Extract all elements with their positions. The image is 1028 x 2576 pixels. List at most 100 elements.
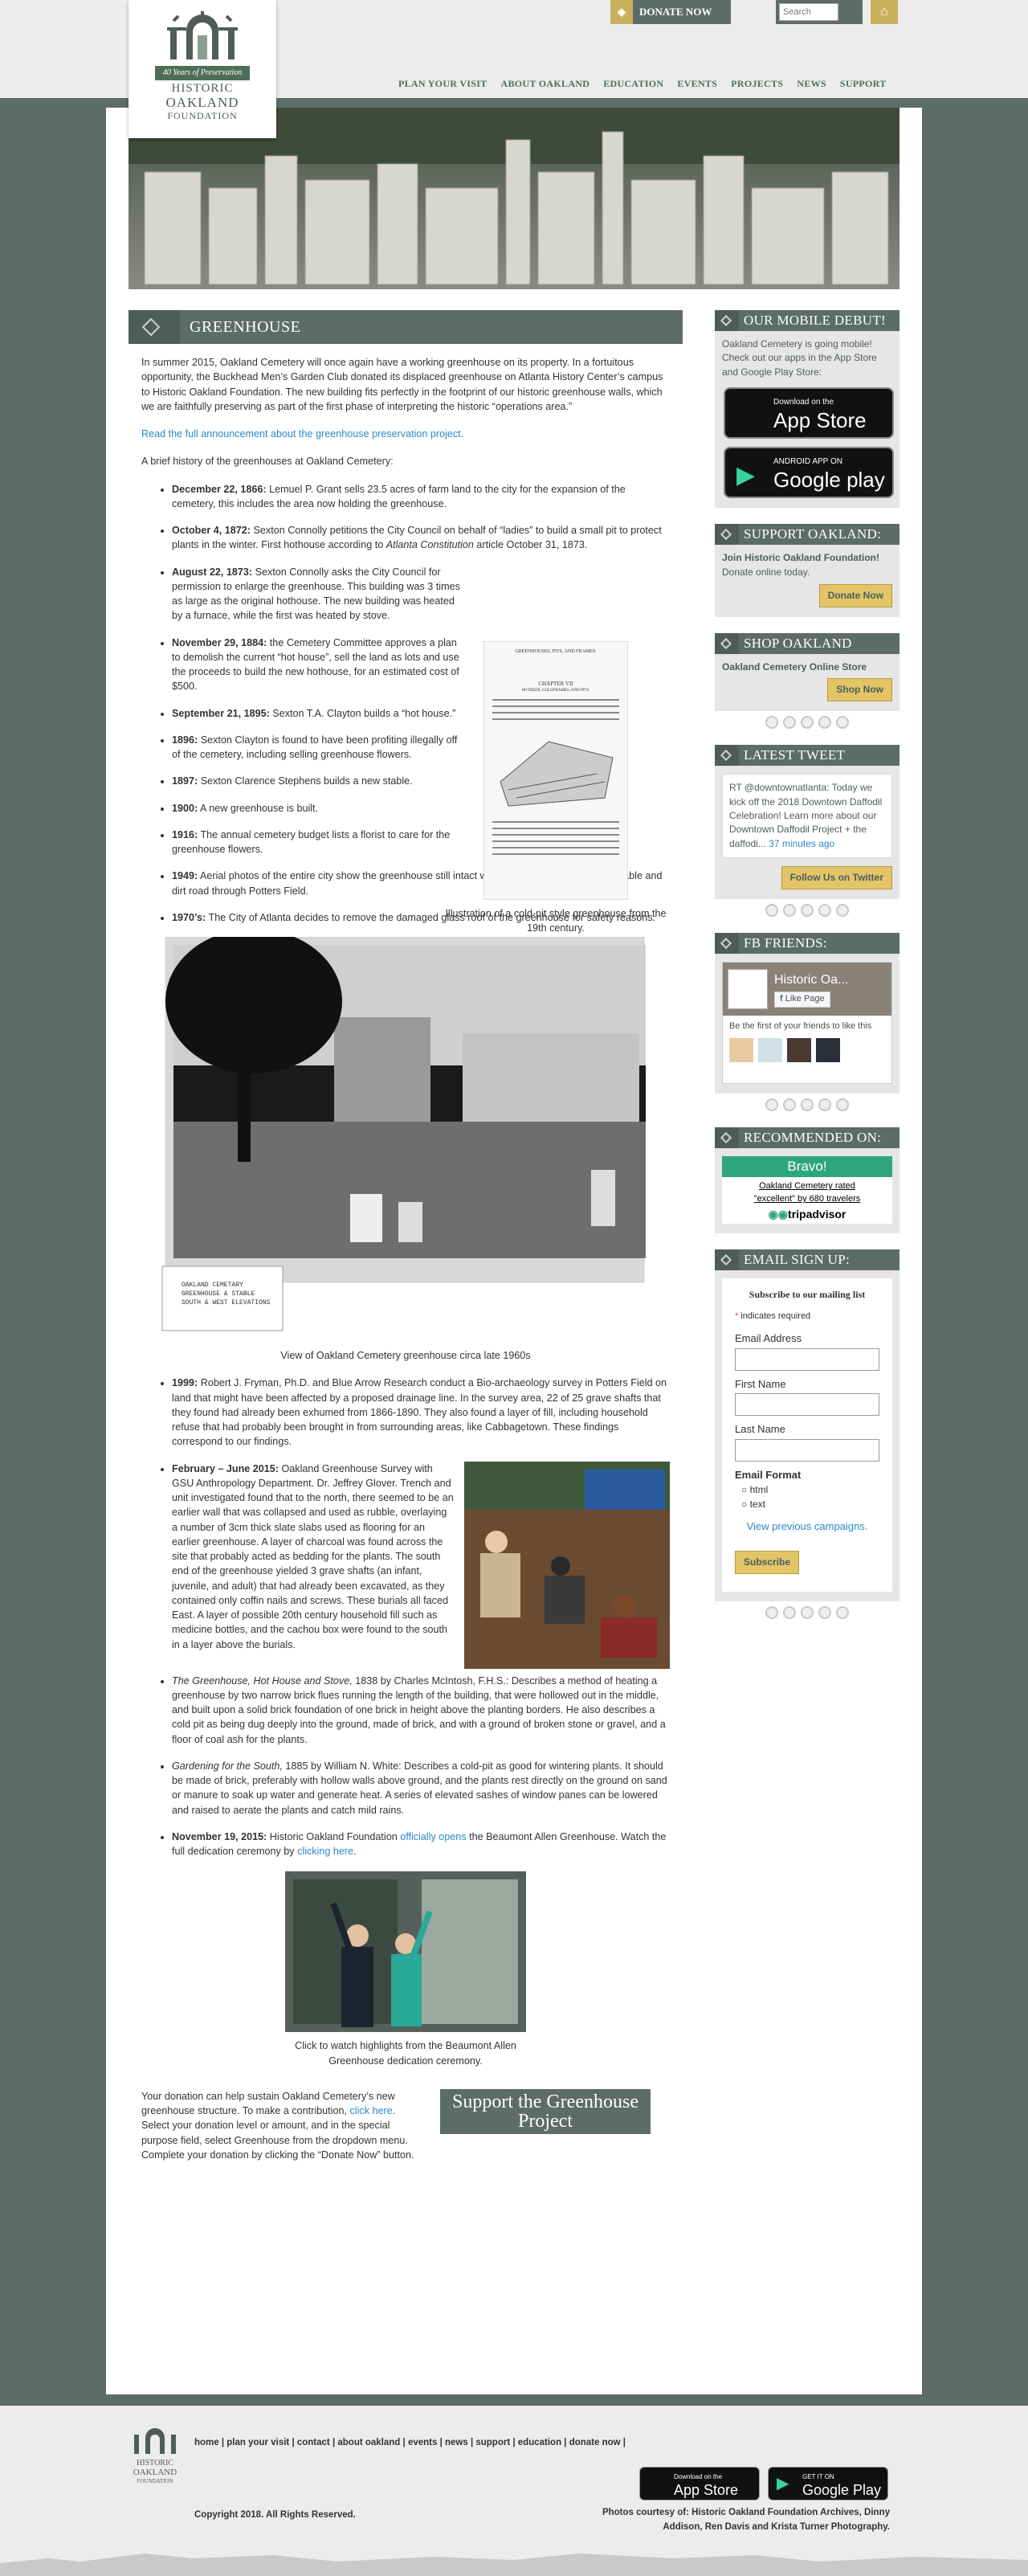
list-item: 1896: Sexton Clayton is found to have be… [172,733,461,763]
list-item: February – June 2015: Oakland Greenhouse… [172,1461,670,1669]
fb-like-button[interactable]: f Like Page [774,992,830,1008]
fig1-caption: Illustration of a cold-pit style greenho… [445,908,667,934]
last-name-field[interactable] [735,1439,879,1462]
text-radio[interactable]: ○ [741,1499,747,1510]
footer-link-support[interactable]: support [475,2438,510,2447]
list-item: August 22, 1873: Sexton Connolly asks th… [172,565,461,624]
support-greenhouse-button[interactable]: Support the Greenhouse Project [440,2088,651,2134]
play-icon: ▶ [777,2475,789,2492]
intro-paragraph: In summer 2015, Oakland Cemetery will on… [141,357,663,412]
list-item: 1999: Robert J. Fryman, Ph.D. and Blue A… [172,1376,670,1449]
photo-label: OAKLAND CEMETARY GREENHOUSE & STABLE SOU… [182,1282,271,1306]
email-form: Subscribe to our mailing list * indicate… [722,1278,892,1593]
brief-heading: A brief history of the greenhouses at Oa… [141,456,394,468]
diamond-icon [720,750,732,762]
required-asterisk-icon: * [735,1310,739,1321]
play-icon: ▶ [736,462,756,489]
footer-google-play-badge[interactable]: ▶ GET IT ON Google Play [768,2467,888,2500]
logo-text-2: OAKLAND [165,95,239,111]
fb-page-plugin: Historic Oa... f Like Page Be the first … [722,962,892,1085]
nav-about-oakland[interactable]: ABOUT OAKLAND [501,77,590,91]
site-logo[interactable]: 40 Years of Preservation HISTORIC OAKLAN… [128,0,276,138]
donate-label: DONATE NOW [639,5,712,18]
footer-link-donate[interactable]: donate now [569,2438,621,2447]
footer-link-home[interactable]: home [194,2438,219,2447]
email-field[interactable] [735,1347,879,1371]
list-item: September 21, 1895: Sexton T.A. Clayton … [172,706,461,721]
footer-logo[interactable]: HISTORIC OAKLAND FOUNDATION [128,2422,182,2485]
support-widget: SUPPORT OAKLAND: Join Historic Oakland F… [715,524,900,618]
divider-ornament [715,1098,900,1112]
google-play-badge[interactable]: ▶ ANDROID APP ON Google play [724,447,894,499]
footer-app-store-badge[interactable]: Download on the App Store [639,2467,760,2500]
previous-campaigns-link[interactable]: View previous campaigns. [747,1520,868,1532]
email-heading: Subscribe to our mailing list [749,1289,866,1301]
support-bold: Join Historic Oakland Foundation! [722,552,880,564]
first-name-field[interactable] [735,1393,879,1417]
greenhouse-1960s-photo[interactable]: OAKLAND CEMETARY GREENHOUSE & STABLE SOU… [157,929,654,1343]
nav-news[interactable]: NEWS [797,77,826,91]
footer-link-education[interactable]: education [518,2438,561,2447]
search-input[interactable] [779,3,838,21]
last-name-label: Last Name [735,1423,785,1436]
history-list-2: 1999: Robert J. Fryman, Ph.D. and Blue A… [141,1376,670,1858]
diamond-icon [720,638,732,650]
follow-twitter-button[interactable]: Follow Us on Twitter [781,866,892,890]
book-page-image: GREENHOUSES, PITS, AND FRAMES. CHAPTER V… [483,641,628,900]
clicking-here-link[interactable]: clicking here [297,1846,353,1857]
dedication-ceremony-photo[interactable] [285,1871,526,2033]
click-here-link[interactable]: click here [350,2105,393,2116]
shop-now-button[interactable]: Shop Now [827,677,892,702]
nav-support[interactable]: SUPPORT [840,77,887,91]
required-note: indicates required [740,1310,811,1321]
diamond-icon [720,314,732,327]
widget-title: FB FRIENDS: [744,935,827,951]
nav-projects[interactable]: PROJECTS [731,77,783,91]
photo-credits: Photos courtesy of: Historic Oakland Fou… [602,2508,890,2532]
photo1-caption: View of Oakland Cemetery greenhouse circ… [280,1350,531,1361]
page-title-bar: GREENHOUSE [128,310,683,344]
list-item: 1916: The annual cemetery budget lists a… [172,828,461,857]
shop-bold: Oakland Cemetery Online Store [722,661,867,673]
book-chapter: CHAPTER VII [538,680,573,687]
footer-link-news[interactable]: news [445,2438,468,2447]
fb-page-avatar [728,969,768,1010]
footer-link-contact[interactable]: contact [297,2438,330,2447]
excavation-photo[interactable] [464,1461,670,1669]
widget-title: RECOMMENDED ON: [744,1130,882,1146]
widget-title: LATEST TWEET [744,746,846,763]
footer-link-plan[interactable]: plan your visit [226,2438,289,2447]
divider-ornament [715,904,900,918]
cold-pit-illustration[interactable]: GREENHOUSES, PITS, AND FRAMES. CHAPTER V… [443,641,668,936]
book-header: GREENHOUSES, PITS, AND FRAMES. [515,649,597,654]
app-store-badge[interactable]: Download on the App Store [724,387,894,440]
html-option: html [749,1484,769,1496]
tweet-time-link[interactable]: 37 minutes ago [769,838,834,849]
divider-ornament [715,716,900,730]
search-box [776,0,863,24]
tripadvisor-badge[interactable]: Bravo! Oakland Cemetery rated "excellent… [722,1156,892,1225]
donate-now-button[interactable]: ◈ DONATE NOW [610,0,731,24]
owl-icon: ◉◉ [768,1208,789,1221]
email-widget: EMAIL SIGN UP: Subscribe to our mailing … [715,1249,900,1602]
home-icon[interactable]: ⌂ [871,0,898,24]
subscribe-button[interactable]: Subscribe [735,1550,800,1575]
donate-now-sidebar-button[interactable]: Donate Now [818,583,892,608]
announcement-link[interactable]: Read the full announcement about the gre… [141,428,463,440]
footer-link-about[interactable]: about oakland [337,2438,400,2447]
diamond-icon [720,1254,732,1266]
nav-events[interactable]: EVENTS [677,77,717,91]
tripadvisor-rating[interactable]: Oakland Cemetery rated "excellent" by 68… [722,1177,892,1206]
fb-friend-avatars [723,1038,891,1063]
html-radio[interactable]: ○ [741,1484,747,1495]
page-title: GREENHOUSE [190,317,301,336]
fb-page-name[interactable]: Historic Oa... [774,971,848,989]
nav-education[interactable]: EDUCATION [603,77,663,91]
excavation-graphic [464,1461,670,1669]
list-item: October 4, 1872: Sexton Connolly petitio… [172,523,670,553]
nav-plan-your-visit[interactable]: PLAN YOUR VISIT [398,77,487,91]
footer-link-events[interactable]: events [408,2438,437,2447]
list-item: The Greenhouse, Hot House and Stove, 183… [172,1674,670,1747]
diamond-icon [141,317,161,337]
officially-opens-link[interactable]: officially opens [400,1831,466,1842]
